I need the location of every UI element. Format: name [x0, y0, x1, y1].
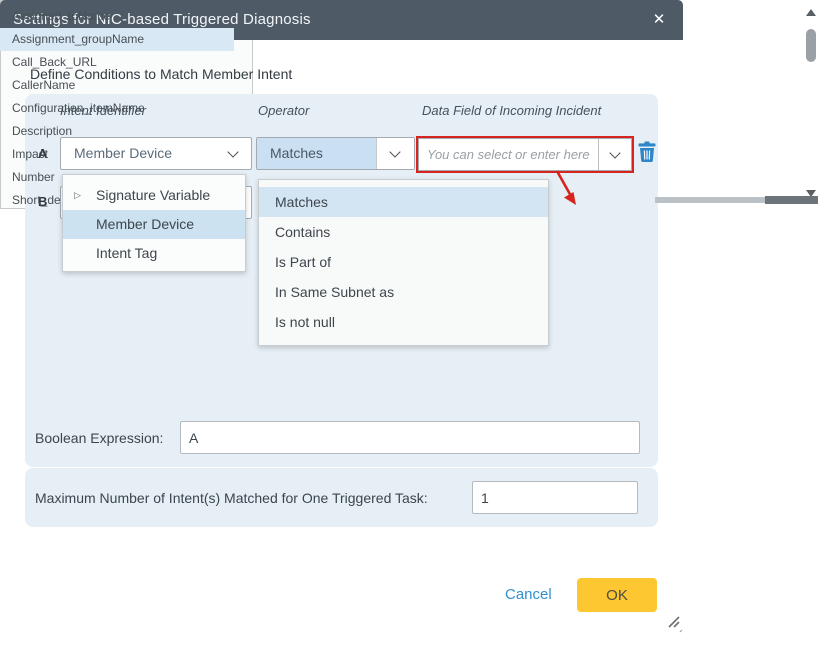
- ok-button[interactable]: OK: [577, 578, 657, 612]
- close-icon[interactable]: ✕: [648, 9, 670, 31]
- operator-option-is-part-of[interactable]: Is Part of: [259, 247, 548, 277]
- intent-option-label: Intent Tag: [96, 245, 157, 261]
- operator-select-button[interactable]: [376, 138, 414, 169]
- intent-identifier-dropdown: ▷ Signature Variable Member Device Inten…: [62, 174, 246, 272]
- operator-option-matches[interactable]: Matches: [259, 187, 548, 217]
- resize-handle-icon[interactable]: [665, 614, 685, 634]
- data-field-input[interactable]: [419, 139, 598, 170]
- operator-option-is-not-null[interactable]: Is not null: [259, 307, 548, 337]
- data-field-option-selected[interactable]: Assignment_groupName: [0, 28, 234, 51]
- intent-option-label: Member Device: [96, 216, 194, 232]
- boolean-expression-label: Boolean Expression:: [35, 430, 163, 446]
- data-field-option[interactable]: CallerName: [0, 74, 234, 97]
- row-a-operator-value: Matches: [270, 138, 323, 169]
- column-header-data-field: Data Field of Incoming Incident: [422, 103, 601, 118]
- background-scrollbar-fragment-dark: [765, 196, 818, 204]
- delete-condition-trash-icon[interactable]: [638, 141, 656, 162]
- max-intents-label: Maximum Number of Intent(s) Matched for …: [35, 490, 428, 506]
- max-intents-input[interactable]: [472, 481, 638, 514]
- data-field-option[interactable]: Assigned_toName: [0, 5, 234, 28]
- row-a-intent-value: Member Device: [74, 138, 172, 169]
- data-field-dropdown-button[interactable]: [598, 139, 631, 170]
- boolean-expression-input[interactable]: [180, 421, 640, 454]
- expand-right-icon[interactable]: ▷: [74, 181, 81, 210]
- row-a-intent-select[interactable]: Member Device: [60, 137, 252, 170]
- intent-option-intent-tag[interactable]: Intent Tag: [63, 239, 245, 268]
- row-a-operator-select[interactable]: Matches: [256, 137, 415, 170]
- red-highlight-box: [416, 136, 634, 173]
- background-scrollbar-fragment: [655, 197, 765, 203]
- column-header-operator: Operator: [258, 103, 309, 118]
- row-a-data-field-combobox: [418, 138, 632, 171]
- chevron-down-icon: [227, 146, 238, 157]
- cancel-button[interactable]: Cancel: [505, 586, 552, 603]
- data-field-option[interactable]: Configuration_itemName: [0, 97, 234, 120]
- chevron-down-icon: [389, 146, 400, 157]
- intent-option-label: Signature Variable: [96, 187, 210, 203]
- operator-option-in-same-subnet-as[interactable]: In Same Subnet as: [259, 277, 548, 307]
- chevron-down-icon: [609, 147, 620, 158]
- screen: Settings for NIC-based Triggered Diagnos…: [0, 0, 820, 645]
- intent-option-member-device[interactable]: Member Device: [63, 210, 245, 239]
- operator-dropdown: Matches Contains Is Part of In Same Subn…: [258, 179, 549, 346]
- data-field-option[interactable]: Call_Back_URL: [0, 51, 234, 74]
- operator-option-contains[interactable]: Contains: [259, 217, 548, 247]
- intent-option-signature-variable[interactable]: ▷ Signature Variable: [63, 181, 245, 210]
